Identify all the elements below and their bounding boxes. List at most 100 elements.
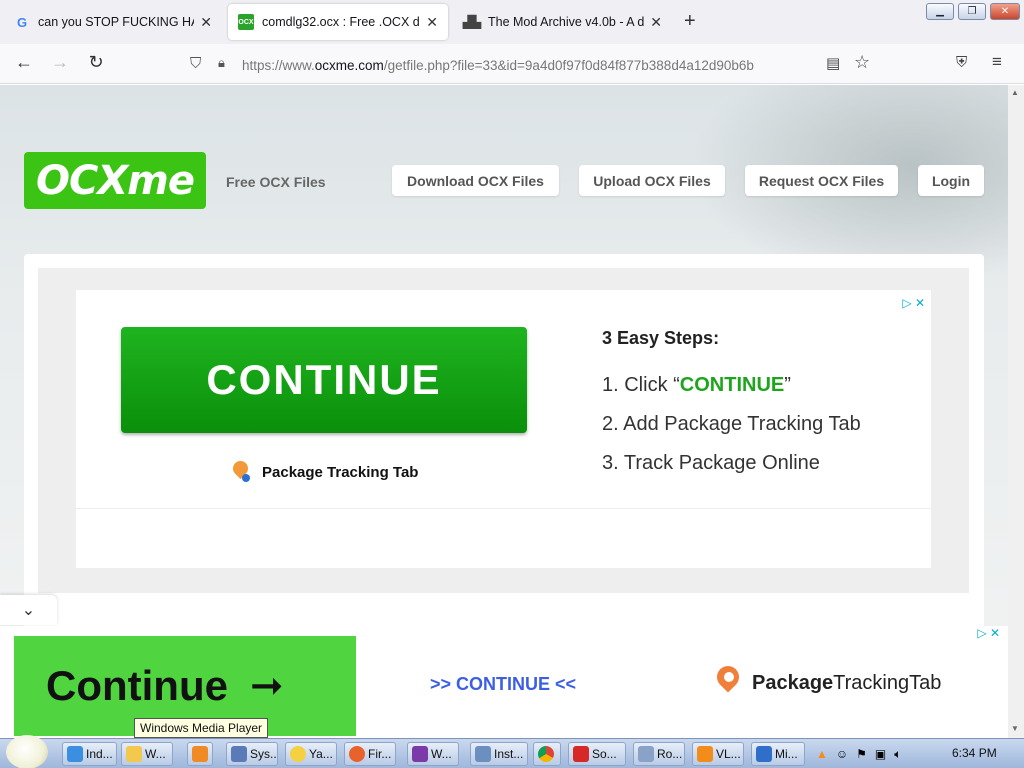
- media-player-icon: [192, 746, 208, 762]
- reload-button[interactable]: ↻: [84, 52, 108, 73]
- web-page: OCXme Free OCX Files Download OCX Files …: [0, 85, 1008, 626]
- taskbar-item[interactable]: Ro...: [633, 742, 685, 766]
- adchoices-icon[interactable]: ▷ ✕: [902, 296, 925, 310]
- new-tab-button[interactable]: +: [684, 10, 696, 33]
- google-icon: G: [16, 14, 28, 30]
- url-bar[interactable]: ⛉ 🔒︎ https://www.ocxme.com/getfile.php?f…: [180, 50, 880, 80]
- taskbar-item[interactable]: So...: [568, 742, 626, 766]
- ad-divider: [76, 508, 931, 509]
- taskbar-item[interactable]: [533, 742, 561, 766]
- shield-icon[interactable]: ⛉: [190, 55, 201, 72]
- taskbar: Ind... W... Sys... Ya... Fir... W... Ins…: [0, 735, 1024, 768]
- pocket-icon[interactable]: ⛨: [956, 54, 967, 71]
- login-button[interactable]: Login: [918, 165, 984, 196]
- brand-rest: TrackingTab: [833, 671, 942, 694]
- smiley-tray-icon[interactable]: ☺: [836, 747, 848, 761]
- lock-icon[interactable]: 🔒︎: [218, 55, 225, 71]
- bottom-ad-brand[interactable]: Package TrackingTab: [716, 666, 941, 700]
- adchoices-icon[interactable]: ▷ ✕: [977, 626, 1000, 640]
- page-scrollbar[interactable]: [1008, 85, 1024, 626]
- chevron-down-icon: ⌄: [21, 602, 36, 619]
- ocx-icon: OCX: [238, 14, 254, 30]
- yahoo-icon: [290, 746, 306, 762]
- menu-icon[interactable]: ≡: [992, 52, 1002, 72]
- installer-icon: [475, 746, 491, 762]
- bottom-continue-link[interactable]: >> CONTINUE <<: [430, 674, 576, 695]
- modarchive-icon: ▟▙: [462, 15, 482, 29]
- taskbar-clock[interactable]: 6:34 PM: [952, 746, 997, 760]
- reader-view-icon[interactable]: ▤: [826, 54, 840, 72]
- system-icon: [231, 746, 247, 762]
- taskbar-item[interactable]: VL...: [692, 742, 744, 766]
- sound-icon: [573, 746, 589, 762]
- bookmark-star-icon[interactable]: ☆: [854, 52, 870, 73]
- download-ocx-button[interactable]: Download OCX Files: [392, 165, 559, 196]
- vlc-icon: [697, 746, 713, 762]
- content-card: ▷ ✕ CONTINUE Package Tracking Tab 3 Easy…: [24, 254, 984, 626]
- ad-scrollbar[interactable]: [1008, 626, 1024, 738]
- taskbar-item[interactable]: Fir...: [344, 742, 396, 766]
- taskbar-item[interactable]: Inst...: [470, 742, 528, 766]
- taskbar-item[interactable]: W...: [121, 742, 173, 766]
- step-3: 3. Track Package Online: [602, 452, 820, 474]
- forward-button[interactable]: →: [48, 52, 72, 73]
- ie-icon: [67, 746, 83, 762]
- ad-banner[interactable]: ▷ ✕ CONTINUE Package Tracking Tab 3 Easy…: [76, 290, 931, 568]
- scroll-down-icon[interactable]: ▼: [1011, 724, 1019, 733]
- close-tab-icon[interactable]: ✕: [200, 14, 212, 31]
- ad-brand-label: Package Tracking Tab: [262, 463, 419, 481]
- site-tagline: Free OCX Files: [226, 174, 326, 190]
- location-pin-icon: [232, 461, 250, 483]
- scroll-up-icon[interactable]: ▲: [1011, 88, 1019, 97]
- close-window-button[interactable]: ✕: [990, 3, 1020, 20]
- chrome-icon: [538, 746, 554, 762]
- flag-tray-icon[interactable]: ⚑: [856, 747, 867, 761]
- brand-bold: Package: [752, 671, 834, 694]
- site-logo[interactable]: OCXme: [24, 152, 206, 209]
- mirc-icon: [756, 746, 772, 762]
- tab-bar: G can you STOP FUCKING HAVING ✕ OCX comd…: [0, 0, 1024, 44]
- taskbar-item[interactable]: [187, 742, 213, 766]
- ad-brand[interactable]: Package Tracking Tab: [232, 461, 418, 483]
- request-ocx-button[interactable]: Request OCX Files: [745, 165, 898, 196]
- tooltip: Windows Media Player: [134, 718, 269, 738]
- url-text[interactable]: https://www.ocxme.com/getfile.php?file=3…: [242, 58, 754, 73]
- minimize-button[interactable]: ▁: [926, 3, 954, 20]
- bottom-continue-label: Continue: [46, 662, 228, 709]
- network-tray-icon[interactable]: ▣: [875, 747, 886, 761]
- ad-continue-button[interactable]: CONTINUE: [121, 327, 527, 433]
- taskbar-item[interactable]: Mi...: [751, 742, 805, 766]
- step-1: 1. Click “CONTINUE”: [602, 374, 791, 396]
- arrow-right-icon: ➞: [249, 664, 284, 708]
- winrar-icon: [412, 746, 428, 762]
- upload-ocx-button[interactable]: Upload OCX Files: [579, 165, 725, 196]
- taskbar-item[interactable]: W...: [407, 742, 459, 766]
- ad-container: ▷ ✕ CONTINUE Package Tracking Tab 3 Easy…: [38, 268, 969, 593]
- restore-button[interactable]: ❐: [958, 3, 986, 20]
- tab-title: comdlg32.ocx : Free .OCX down: [262, 15, 420, 29]
- close-tab-icon[interactable]: ✕: [426, 14, 438, 31]
- folder-icon: [638, 746, 654, 762]
- tab-google-search[interactable]: G can you STOP FUCKING HAVING ✕: [4, 4, 222, 40]
- volume-tray-icon[interactable]: 🔈︎: [894, 747, 901, 762]
- taskbar-item[interactable]: Sys...: [226, 742, 278, 766]
- close-tab-icon[interactable]: ✕: [650, 14, 662, 31]
- system-tray: ▲ ☺ ⚑ ▣ 🔈︎: [816, 742, 901, 766]
- firefox-icon: [349, 746, 365, 762]
- steps-title: 3 Easy Steps:: [602, 328, 720, 348]
- bottom-ad-banner[interactable]: Continue ➞ >> CONTINUE << Package Trackin…: [0, 626, 1008, 736]
- navigation-bar: ← → ↻ ⛉ 🔒︎ https://www.ocxme.com/getfile…: [0, 44, 1024, 84]
- tab-mod-archive[interactable]: ▟▙ The Mod Archive v4.0b - A disti ✕: [454, 4, 672, 40]
- location-pin-icon: [716, 666, 742, 700]
- back-button[interactable]: ←: [12, 52, 36, 73]
- step-2: 2. Add Package Tracking Tab: [602, 413, 861, 435]
- vlc-tray-icon[interactable]: ▲: [816, 747, 828, 761]
- explorer-icon: [126, 746, 142, 762]
- start-button[interactable]: [6, 735, 48, 768]
- tab-title: can you STOP FUCKING HAVING: [38, 15, 194, 29]
- tab-ocxme[interactable]: OCX comdlg32.ocx : Free .OCX down ✕: [228, 4, 448, 40]
- taskbar-item[interactable]: Ya...: [285, 742, 337, 766]
- collapse-ad-button[interactable]: ⌄: [0, 595, 57, 625]
- taskbar-item[interactable]: Ind...: [62, 742, 117, 766]
- tab-title: The Mod Archive v4.0b - A disti: [488, 15, 645, 29]
